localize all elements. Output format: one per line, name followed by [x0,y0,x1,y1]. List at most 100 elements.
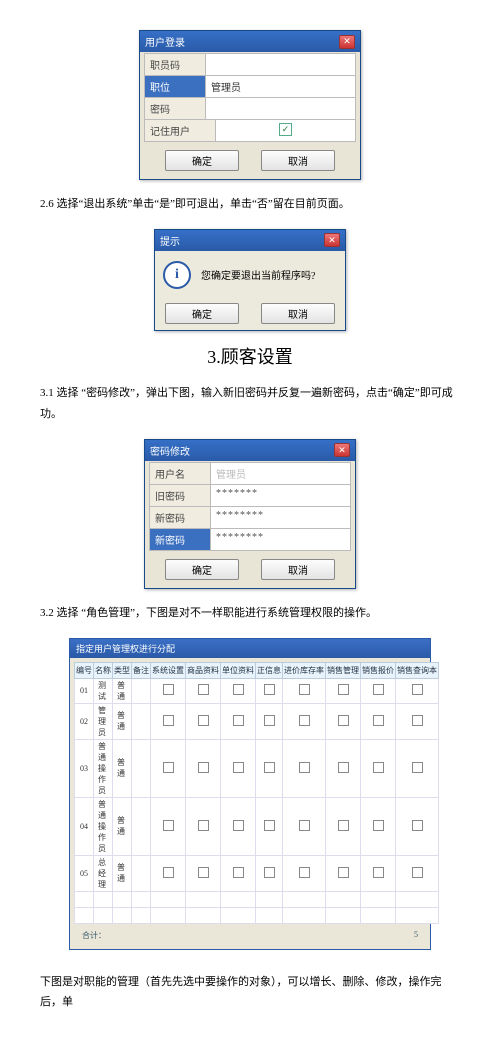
perm-checkbox-cell[interactable] [186,855,221,891]
checkbox-icon[interactable] [299,867,310,878]
perm-checkbox-cell[interactable] [396,703,439,739]
checkbox-icon[interactable] [373,867,384,878]
checkbox-icon[interactable] [163,715,174,726]
checkbox-icon[interactable] [233,684,244,695]
remember-checkbox[interactable]: ✓ [279,123,292,136]
perm-checkbox-cell[interactable] [186,739,221,797]
checkbox-icon[interactable] [233,715,244,726]
checkbox-icon[interactable] [373,820,384,831]
checkbox-icon[interactable] [373,715,384,726]
checkbox-icon[interactable] [412,684,423,695]
checkbox-icon[interactable] [299,820,310,831]
table-row[interactable]: 03普通操作员普通 [75,739,439,797]
checkbox-icon[interactable] [198,715,209,726]
checkbox-icon[interactable] [264,820,275,831]
perm-checkbox-cell[interactable] [361,678,396,703]
newpw-field[interactable]: ******** [211,507,350,528]
close-icon[interactable]: ✕ [334,443,350,457]
perm-checkbox-cell[interactable] [396,739,439,797]
checkbox-icon[interactable] [338,820,349,831]
perm-checkbox-cell[interactable] [326,855,361,891]
perm-checkbox-cell[interactable] [221,678,256,703]
checkbox-icon[interactable] [198,684,209,695]
perm-checkbox-cell[interactable] [256,797,283,855]
close-icon[interactable]: ✕ [324,233,340,247]
checkbox-icon[interactable] [373,762,384,773]
table-row[interactable]: 01测试普通 [75,678,439,703]
confirm-ok-button[interactable]: 确定 [165,303,239,324]
perm-checkbox-cell[interactable] [151,797,186,855]
checkbox-icon[interactable] [163,684,174,695]
perm-checkbox-cell[interactable] [283,703,326,739]
perm-checkbox-cell[interactable] [326,703,361,739]
perm-checkbox-cell[interactable] [396,855,439,891]
checkbox-icon[interactable] [299,684,310,695]
checkbox-icon[interactable] [233,820,244,831]
table-row[interactable]: 02管理员普通 [75,703,439,739]
perm-checkbox-cell[interactable] [256,855,283,891]
checkbox-icon[interactable] [264,684,275,695]
table-row[interactable]: 05总经理普通 [75,855,439,891]
perm-checkbox-cell[interactable] [186,703,221,739]
perm-checkbox-cell[interactable] [396,678,439,703]
perm-checkbox-cell[interactable] [326,797,361,855]
checkbox-icon[interactable] [299,715,310,726]
checkbox-icon[interactable] [412,820,423,831]
checkbox-icon[interactable] [198,762,209,773]
oldpw-field[interactable]: ******* [211,485,350,506]
staff-code-field[interactable] [206,54,355,75]
checkbox-icon[interactable] [338,715,349,726]
checkbox-icon[interactable] [198,867,209,878]
password-field[interactable] [206,98,355,119]
checkbox-icon[interactable] [264,762,275,773]
checkbox-icon[interactable] [338,762,349,773]
checkbox-icon[interactable] [163,867,174,878]
checkbox-icon[interactable] [299,762,310,773]
perm-checkbox-cell[interactable] [283,678,326,703]
checkbox-icon[interactable] [373,684,384,695]
perm-checkbox-cell[interactable] [151,703,186,739]
login-ok-button[interactable]: 确定 [165,150,239,171]
login-cancel-button[interactable]: 取消 [261,150,335,171]
checkbox-icon[interactable] [264,715,275,726]
perm-checkbox-cell[interactable] [361,739,396,797]
checkbox-icon[interactable] [338,684,349,695]
confirm-cancel-button[interactable]: 取消 [261,303,335,324]
perm-checkbox-cell[interactable] [221,797,256,855]
checkbox-icon[interactable] [163,820,174,831]
checkbox-icon[interactable] [233,762,244,773]
perm-checkbox-cell[interactable] [151,855,186,891]
checkbox-icon[interactable] [338,867,349,878]
perm-checkbox-cell[interactable] [221,855,256,891]
perm-checkbox-cell[interactable] [283,739,326,797]
perm-checkbox-cell[interactable] [151,739,186,797]
perm-checkbox-cell[interactable] [256,678,283,703]
checkbox-icon[interactable] [412,867,423,878]
perm-checkbox-cell[interactable] [151,678,186,703]
perm-checkbox-cell[interactable] [256,739,283,797]
checkbox-icon[interactable] [163,762,174,773]
checkbox-icon[interactable] [412,715,423,726]
perm-checkbox-cell[interactable] [186,678,221,703]
perm-checkbox-cell[interactable] [186,797,221,855]
pwchange-cancel-button[interactable]: 取消 [261,559,335,580]
checkbox-icon[interactable] [233,867,244,878]
perm-checkbox-cell[interactable] [361,703,396,739]
checkbox-icon[interactable] [264,867,275,878]
newpw2-field[interactable]: ******** [211,529,350,550]
perm-checkbox-cell[interactable] [396,797,439,855]
perm-checkbox-cell[interactable] [361,797,396,855]
checkbox-icon[interactable] [198,820,209,831]
perm-checkbox-cell[interactable] [283,797,326,855]
pwchange-ok-button[interactable]: 确定 [165,559,239,580]
perm-checkbox-cell[interactable] [326,678,361,703]
checkbox-icon[interactable] [412,762,423,773]
perm-checkbox-cell[interactable] [221,739,256,797]
perm-checkbox-cell[interactable] [256,703,283,739]
perm-checkbox-cell[interactable] [221,703,256,739]
table-row[interactable]: 04普通操作员普通 [75,797,439,855]
perm-checkbox-cell[interactable] [283,855,326,891]
perm-checkbox-cell[interactable] [361,855,396,891]
perm-checkbox-cell[interactable] [326,739,361,797]
close-icon[interactable]: ✕ [339,35,355,49]
